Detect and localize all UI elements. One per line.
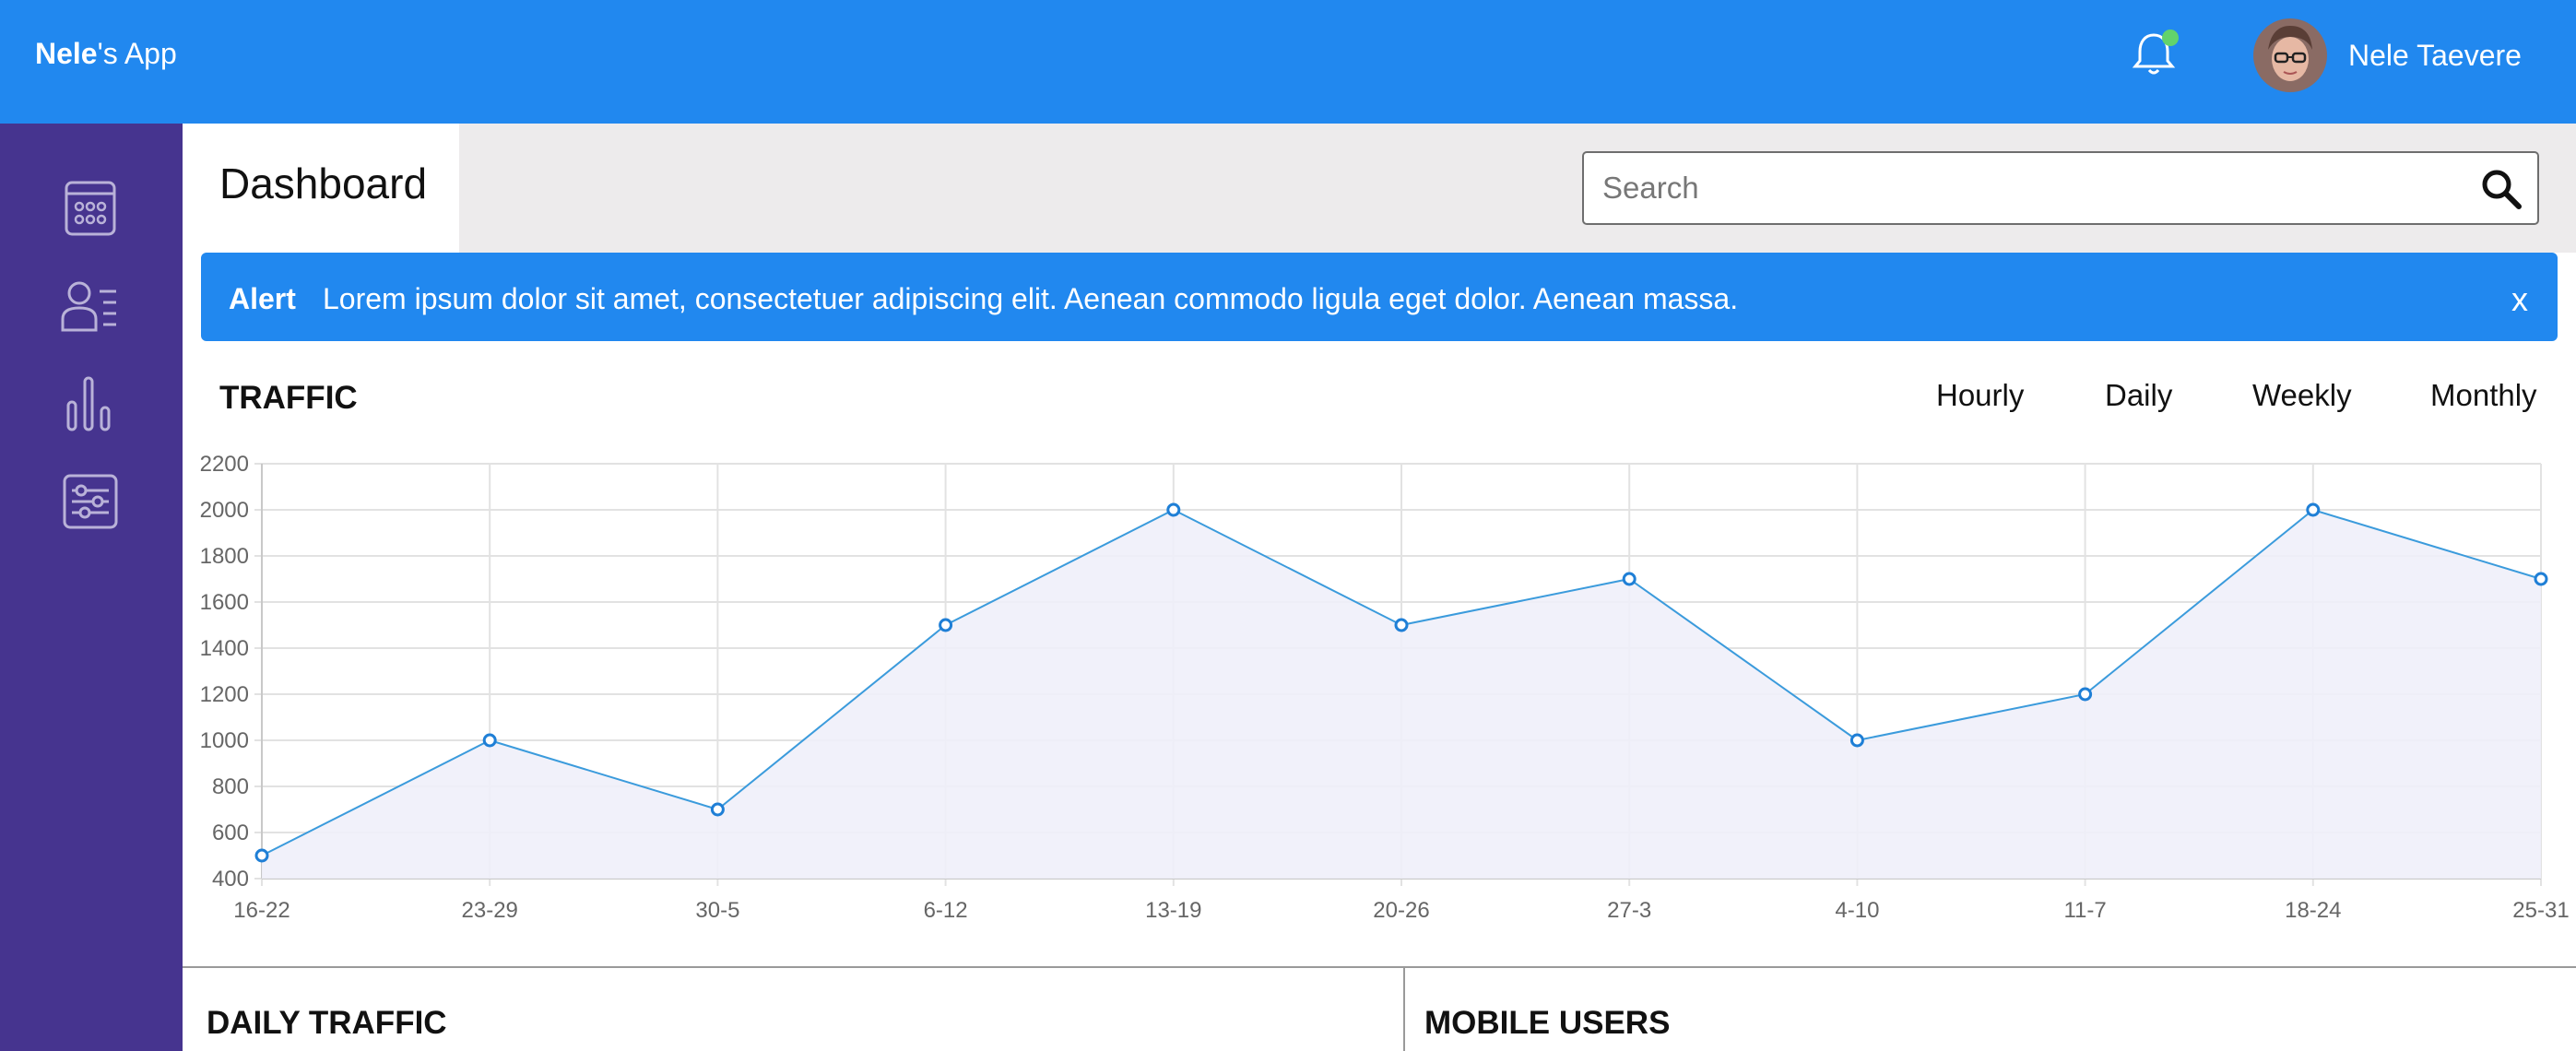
data-point <box>482 733 497 748</box>
tab-hourly[interactable]: Hourly <box>1936 378 2024 413</box>
alert-message: Lorem ipsum dolor sit amet, consectetuer… <box>323 282 1739 315</box>
settings-sliders-icon <box>63 474 118 529</box>
tab-weekly[interactable]: Weekly <box>2252 378 2352 413</box>
data-point <box>710 802 725 817</box>
tab-monthly[interactable]: Monthly <box>2430 378 2537 413</box>
page-title: Dashboard <box>219 159 428 207</box>
sidebar-item-users[interactable] <box>57 273 124 339</box>
user-name[interactable]: Nele Taevere <box>2348 39 2522 73</box>
y-tick-label: 800 <box>212 774 249 799</box>
y-tick-label: 2200 <box>200 452 249 477</box>
data-point <box>2534 572 2548 586</box>
tab-daily[interactable]: Daily <box>2105 378 2172 413</box>
data-point <box>254 848 269 863</box>
column-divider <box>1403 966 1405 1051</box>
data-point <box>1622 572 1637 586</box>
traffic-title: TRAFFIC <box>219 380 358 416</box>
data-point <box>1394 618 1409 632</box>
bar-chart-icon <box>66 376 111 431</box>
traffic-chart: 400 600 800 1000 1200 1400 1600 1800 2000 2200 16-… <box>200 452 2570 923</box>
x-tick-label: 11-7 <box>2063 898 2106 923</box>
avatar[interactable] <box>2253 18 2327 92</box>
y-tick-label: 2000 <box>200 498 249 523</box>
search-box <box>1582 151 2539 225</box>
sidebar <box>0 124 183 1051</box>
app-brand[interactable]: Nele's App <box>35 37 177 71</box>
data-point <box>2306 502 2321 517</box>
daily-traffic-title: DAILY TRAFFIC <box>207 1005 447 1041</box>
y-tick-label: 1400 <box>200 636 249 661</box>
search-input[interactable] <box>1584 153 2451 223</box>
alert-close-button[interactable]: x <box>2511 280 2528 319</box>
alert-label: Alert <box>229 282 296 315</box>
x-tick-label: 16-22 <box>233 898 290 923</box>
data-point <box>1166 502 1181 517</box>
search-icon[interactable] <box>2478 166 2524 212</box>
x-tick-label: 30-5 <box>695 898 739 923</box>
y-tick-label: 600 <box>212 821 249 845</box>
x-tick-label: 25-31 <box>2512 898 2569 923</box>
x-tick-label: 20-26 <box>1373 898 1429 923</box>
notification-dot <box>2162 30 2179 46</box>
users-list-icon <box>61 281 116 332</box>
mobile-users-title: MOBILE USERS <box>1424 1005 1671 1041</box>
y-tick-label: 1000 <box>200 728 249 753</box>
x-tick-label: 23-29 <box>462 898 518 923</box>
data-point <box>939 618 953 632</box>
x-tick-label: 27-3 <box>1607 898 1651 923</box>
y-tick-label: 1800 <box>200 544 249 569</box>
app-header: Nele's App Nele Taevere <box>0 0 2576 124</box>
x-tick-label: 6-12 <box>924 898 968 923</box>
data-point <box>2078 687 2093 702</box>
x-tick-label: 4-10 <box>1835 898 1879 923</box>
data-point <box>1849 733 1864 748</box>
x-tick-label: 18-24 <box>2285 898 2341 923</box>
x-tick-label: 13-19 <box>1145 898 1201 923</box>
sidebar-item-settings[interactable] <box>57 468 124 535</box>
calendar-icon <box>65 181 116 236</box>
sidebar-item-calendar[interactable] <box>57 175 124 242</box>
y-tick-label: 1600 <box>200 590 249 615</box>
y-tick-label: 400 <box>212 867 249 892</box>
y-tick-label: 1200 <box>200 682 249 707</box>
sidebar-item-analytics[interactable] <box>57 371 124 437</box>
section-divider <box>183 966 2576 968</box>
alert-banner: Alert Lorem ipsum dolor sit amet, consec… <box>201 253 2558 341</box>
